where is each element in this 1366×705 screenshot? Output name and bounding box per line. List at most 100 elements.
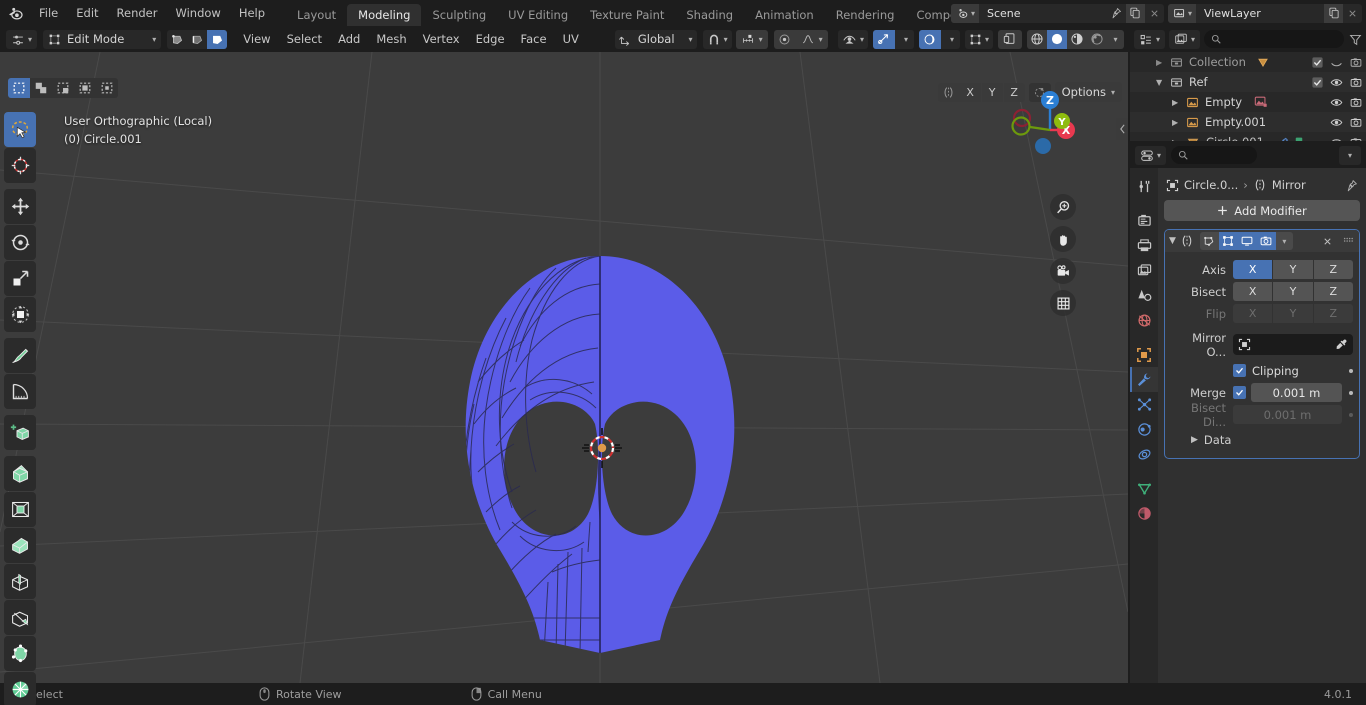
viewport-menu-view[interactable]: View — [235, 26, 278, 52]
edge-select-mode[interactable] — [187, 29, 208, 49]
toggle-ortho-icon[interactable] — [1050, 290, 1076, 316]
toggle-xray-button[interactable] — [998, 29, 1022, 49]
outliner-row-circle-001[interactable]: ▶ Circle.001 — [1130, 132, 1366, 141]
viewport-menu-face[interactable]: Face — [513, 26, 555, 52]
inset-faces-tool[interactable] — [4, 492, 36, 527]
pan-view-icon[interactable] — [1050, 226, 1076, 252]
wireframe-shading[interactable] — [1027, 29, 1047, 49]
clipping-animate-dot[interactable] — [1349, 368, 1353, 373]
new-scene-icon[interactable] — [1125, 3, 1145, 23]
tab-sculpting[interactable]: Sculpting — [421, 4, 497, 26]
outliner-display-mode-icon[interactable]: ▾ — [1134, 29, 1166, 49]
menu-file[interactable]: File — [30, 0, 67, 26]
data-section-header[interactable]: ▶ Data — [1171, 430, 1353, 450]
scene-icon[interactable]: ▾ — [950, 3, 979, 23]
snap-options[interactable]: ▾ — [735, 29, 768, 49]
collection-checkbox[interactable] — [1312, 56, 1323, 68]
properties-options-dropdown[interactable]: ▾ — [1339, 145, 1362, 165]
bisect-z-toggle[interactable]: Z — [1313, 282, 1353, 301]
viewport-menu-edge[interactable]: Edge — [468, 26, 513, 52]
modifier-tab[interactable] — [1130, 367, 1158, 392]
filter-id-icon[interactable]: ▾ — [1169, 29, 1201, 49]
particles-tab[interactable] — [1130, 392, 1158, 417]
disclosure-triangle-icon[interactable]: ▼ — [1156, 78, 1170, 87]
spin-tool[interactable] — [4, 672, 36, 705]
viewport-menu-vertex[interactable]: Vertex — [415, 26, 468, 52]
properties-editor-icon[interactable]: ▾ — [1135, 145, 1167, 165]
eye-icon[interactable] — [1330, 117, 1343, 128]
render-tab[interactable] — [1130, 208, 1158, 233]
merge-checkbox[interactable] — [1233, 386, 1246, 399]
edit-mode-display-toggle[interactable] — [1218, 232, 1238, 250]
new-viewlayer-icon[interactable] — [1324, 3, 1343, 23]
vertex-select-mode[interactable] — [167, 29, 188, 49]
camera-icon[interactable] — [1350, 57, 1362, 68]
pin-icon[interactable] — [1107, 4, 1126, 23]
axis-y-toggle[interactable]: Y — [1273, 260, 1313, 279]
disclosure-triangle-icon[interactable]: ▶ — [1172, 98, 1186, 107]
select-extra-mode[interactable] — [96, 78, 118, 98]
tab-modeling[interactable]: Modeling — [347, 4, 422, 26]
knife-tool[interactable] — [4, 600, 36, 635]
add-cube-tool[interactable] — [4, 415, 36, 450]
disclosure-triangle-icon[interactable]: ▶ — [1156, 58, 1170, 67]
shading-options-dropdown[interactable]: ▾ — [1107, 29, 1124, 49]
axis-z-toggle[interactable]: Z — [1313, 260, 1353, 279]
viewport-menu-add[interactable]: Add — [330, 26, 368, 52]
breadcrumb-object-name[interactable]: Circle.0... — [1184, 178, 1238, 192]
tab-animation[interactable]: Animation — [744, 4, 825, 26]
outliner-filter-icon[interactable] — [1348, 33, 1362, 46]
viewlayer-close-icon[interactable] — [1343, 4, 1362, 23]
blender-logo-icon[interactable] — [0, 0, 30, 26]
eye-icon[interactable] — [1330, 97, 1343, 108]
extrude-region-tool[interactable] — [4, 456, 36, 491]
on-cage-toggle[interactable] — [1199, 232, 1219, 250]
physics-tab[interactable] — [1130, 417, 1158, 442]
modifier-expand-icon[interactable]: ▼ — [1169, 236, 1176, 246]
axis-x-toggle[interactable]: X — [1233, 260, 1273, 279]
mirror-axis-x[interactable]: X — [959, 82, 981, 102]
scene-close-icon[interactable] — [1145, 4, 1164, 23]
box-select-mode[interactable] — [30, 78, 52, 98]
rotate-tool[interactable] — [4, 225, 36, 260]
tab-rendering[interactable]: Rendering — [825, 4, 906, 26]
outliner-row-ref[interactable]: ▼ Ref — [1130, 72, 1366, 92]
camera-icon[interactable] — [1350, 117, 1362, 128]
data-tab[interactable] — [1130, 476, 1158, 501]
tab-uv-editing[interactable]: UV Editing — [497, 4, 579, 26]
overlays-icon[interactable] — [872, 29, 895, 49]
menu-edit[interactable]: Edit — [67, 0, 107, 26]
face-select-mode[interactable] — [207, 29, 228, 49]
outliner-row-empty[interactable]: ▶ Empty — [1130, 92, 1366, 112]
scene-name[interactable]: Scene — [978, 3, 1107, 23]
merge-animate-dot[interactable] — [1349, 390, 1353, 395]
mirror-object-field[interactable] — [1233, 334, 1353, 355]
camera-icon[interactable] — [1350, 77, 1362, 88]
bevel-tool[interactable] — [4, 528, 36, 563]
eye-icon[interactable] — [1330, 137, 1343, 141]
scale-tool[interactable] — [4, 261, 36, 296]
tweak-select-mode[interactable] — [8, 78, 30, 98]
viewlayer-tab[interactable] — [1130, 258, 1158, 283]
eyedropper-icon[interactable] — [1335, 338, 1348, 351]
clipping-checkbox[interactable] — [1233, 364, 1246, 377]
tool-tab[interactable] — [1130, 174, 1158, 199]
disclosure-triangle-icon[interactable]: ▶ — [1172, 118, 1186, 127]
editor-type-icon[interactable]: ▾ — [6, 29, 38, 49]
sidebar-toggle-icon[interactable] — [1116, 118, 1128, 140]
xray-icon[interactable] — [918, 29, 941, 49]
scene-tab[interactable] — [1130, 283, 1158, 308]
outliner-search-input[interactable] — [1204, 30, 1344, 48]
mirror-icon[interactable] — [937, 82, 960, 102]
outliner-row-collection[interactable]: ▶ Collection — [1130, 52, 1366, 72]
circle-select-mode[interactable] — [52, 78, 74, 98]
bisect-x-toggle[interactable]: X — [1233, 282, 1273, 301]
viewport-menu-mesh[interactable]: Mesh — [368, 26, 414, 52]
viewport-menu-select[interactable]: Select — [279, 26, 330, 52]
eye-icon[interactable] — [1330, 77, 1343, 88]
hidden-eye-icon[interactable] — [1330, 57, 1343, 68]
tab-shading[interactable]: Shading — [675, 4, 744, 26]
viewlayer-name[interactable]: ViewLayer — [1196, 3, 1324, 23]
ref-checkbox[interactable] — [1312, 76, 1323, 88]
viewport-gizmo-selector[interactable]: ▾ — [964, 29, 993, 49]
